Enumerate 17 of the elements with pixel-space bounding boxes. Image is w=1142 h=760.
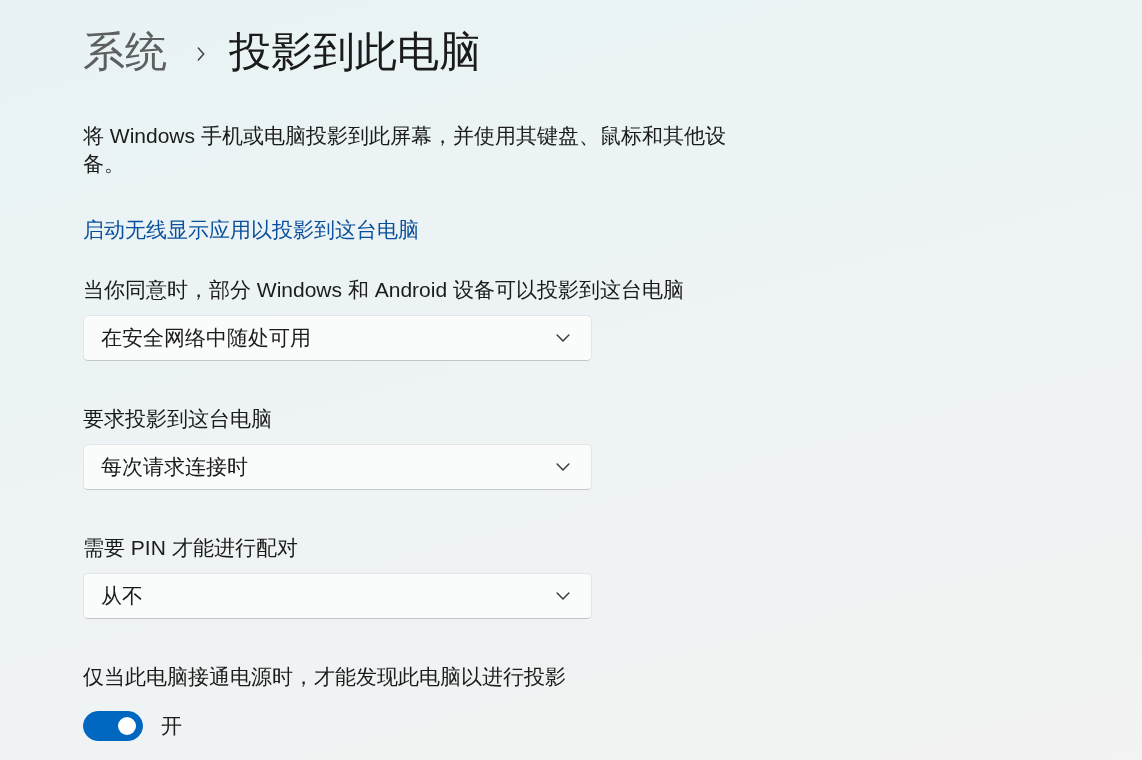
chevron-down-icon bbox=[556, 592, 570, 600]
setting-label: 当你同意时，部分 Windows 和 Android 设备可以投影到这台电脑 bbox=[83, 277, 684, 303]
dropdown[interactable]: 从不 bbox=[83, 573, 592, 619]
chevron-down-icon bbox=[556, 334, 570, 342]
toggle-state-text: 开 bbox=[161, 713, 182, 739]
dropdown[interactable]: 每次请求连接时 bbox=[83, 444, 592, 490]
setting-label: 需要 PIN 才能进行配对 bbox=[83, 535, 298, 561]
chevron-right-icon bbox=[197, 47, 205, 61]
dropdown[interactable]: 在安全网络中随处可用 bbox=[83, 315, 592, 361]
toggle-switch[interactable] bbox=[83, 711, 143, 741]
setting-label: 要求投影到这台电脑 bbox=[83, 406, 272, 432]
chevron-down-icon bbox=[556, 463, 570, 471]
breadcrumb-link[interactable]: 系统 bbox=[83, 26, 167, 78]
page-title: 投影到此电脑 bbox=[229, 27, 481, 77]
setting-label: 仅当此电脑接通电源时，才能发现此电脑以进行投影 bbox=[83, 664, 566, 690]
wireless-display-link[interactable]: 启动无线显示应用以投影到这台电脑 bbox=[83, 216, 419, 244]
description-text: 将 Windows 手机或电脑投影到此屏幕，并使用其键盘、鼠标和其他设备。 bbox=[83, 123, 727, 177]
